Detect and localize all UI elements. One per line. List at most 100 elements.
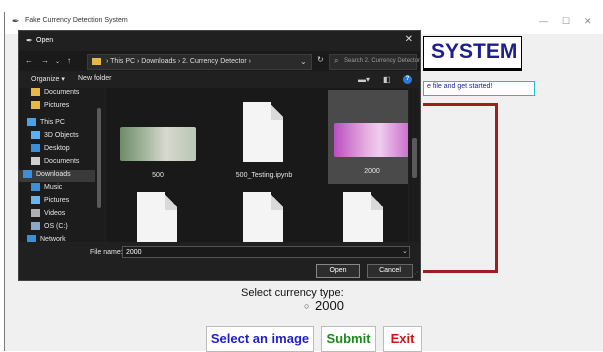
file-item[interactable]: 2000 xyxy=(328,90,408,184)
sidebar-item-label: OS (C:) xyxy=(44,222,68,230)
exit-button[interactable]: Exit xyxy=(383,326,422,352)
sidebar-item-label: Documents xyxy=(44,157,80,165)
folder-icon xyxy=(31,88,40,96)
nav-scroll-thumb[interactable] xyxy=(97,108,101,208)
file-item[interactable] xyxy=(320,184,408,242)
open-file-dialog: ✒ Open ✕ ← → ⌄ ↑ › This PC › Downloads ›… xyxy=(18,30,421,281)
sidebar-item[interactable]: Pictures xyxy=(31,101,69,113)
submit-button[interactable]: Submit xyxy=(321,326,376,352)
folder-icon xyxy=(92,58,101,65)
pictures-icon xyxy=(31,196,40,204)
sidebar-item[interactable]: Documents xyxy=(31,157,79,169)
select-image-button[interactable]: Select an image xyxy=(206,326,314,352)
drive-icon xyxy=(31,222,40,230)
dialog-close-icon[interactable]: ✕ xyxy=(405,34,413,45)
dialog-toolbar: Organize ▾ New folder ▬▾ ◧ ? xyxy=(19,72,420,88)
sidebar-item-label: Music xyxy=(44,183,63,191)
computer-icon xyxy=(27,118,36,126)
resize-grip-icon[interactable]: ⋰ xyxy=(412,271,418,278)
sidebar-item[interactable]: OS (C:) xyxy=(31,222,68,234)
sidebar-item-label: Pictures xyxy=(44,196,70,204)
file-name: 500_Testing.ipynb xyxy=(235,172,293,179)
network-icon xyxy=(27,235,36,242)
document-fold-icon xyxy=(165,192,177,210)
file-item[interactable]: 500 xyxy=(114,94,202,188)
search-icon: ⌕ xyxy=(334,56,339,65)
window-title: Fake Currency Detection System xyxy=(25,17,128,24)
sidebar-item[interactable]: This PC xyxy=(27,118,65,130)
close-icon[interactable]: ✕ xyxy=(584,16,592,27)
app-feather-icon: ✒ xyxy=(12,16,20,26)
sidebar-item-label: Pictures xyxy=(44,101,70,109)
preview-pane-icon[interactable]: ◧ xyxy=(383,75,391,84)
cancel-button[interactable]: Cancel xyxy=(367,264,413,278)
sidebar-item[interactable]: Documents xyxy=(31,88,79,100)
sidebar-item-label: Desktop xyxy=(44,144,70,152)
dialog-title: Open xyxy=(36,37,54,44)
forward-arrow-icon[interactable]: → xyxy=(41,56,49,65)
desktop-icon xyxy=(31,144,40,152)
download-icon xyxy=(23,170,32,178)
file-item[interactable] xyxy=(220,184,308,242)
address-bar[interactable]: › This PC › Downloads › 2. Currency Dete… xyxy=(87,54,312,70)
back-arrow-icon[interactable]: ← xyxy=(25,56,33,65)
sidebar-item[interactable]: Videos xyxy=(31,209,65,221)
help-icon[interactable]: ? xyxy=(403,75,412,84)
image-preview-frame xyxy=(423,103,498,273)
nav-scrollbar[interactable] xyxy=(95,88,103,242)
file-item[interactable] xyxy=(114,184,202,242)
folder-icon xyxy=(31,101,40,109)
sidebar-item-label: This PC xyxy=(40,118,65,126)
documents-icon xyxy=(31,157,40,165)
open-button[interactable]: Open xyxy=(316,264,360,278)
content-scroll-thumb[interactable] xyxy=(412,138,417,178)
minimize-icon[interactable]: — xyxy=(539,16,548,26)
hint-box: e file and get started! xyxy=(423,81,535,96)
file-name: 2000 xyxy=(364,168,380,175)
sidebar-item[interactable]: Pictures xyxy=(31,196,69,208)
navigation-row: ← → ⌄ ↑ › This PC › Downloads › 2. Curre… xyxy=(19,51,420,71)
up-arrow-icon[interactable]: ↑ xyxy=(67,56,71,65)
sidebar-item[interactable]: Desktop xyxy=(31,144,70,156)
document-fold-icon xyxy=(271,102,283,120)
sidebar-item[interactable]: Downloads xyxy=(19,170,97,182)
file-name-dropdown-icon[interactable]: ⌄ xyxy=(402,247,408,255)
file-name: 500 xyxy=(152,172,164,179)
sidebar-item-label: Videos xyxy=(44,209,66,217)
sidebar-item[interactable]: Music xyxy=(31,183,62,195)
sidebar-item[interactable]: Network xyxy=(27,235,66,242)
file-list: 500 500_Testing.ipynb 2000 xyxy=(106,88,408,242)
dialog-feather-icon: ✒ xyxy=(26,36,33,45)
page-heading: SYSTEM xyxy=(431,40,518,63)
breadcrumb[interactable]: › This PC › Downloads › 2. Currency Dete… xyxy=(106,58,251,65)
refresh-icon[interactable]: ↻ xyxy=(317,55,324,64)
new-folder-button[interactable]: New folder xyxy=(78,75,111,82)
chevron-down-icon[interactable]: ⌄ xyxy=(300,57,307,66)
maximize-icon[interactable]: ☐ xyxy=(562,16,570,27)
radio-button-2000[interactable]: ○ xyxy=(304,301,309,311)
file-item[interactable]: 500_Testing.ipynb xyxy=(220,94,308,188)
search-box[interactable]: ⌕ Search 2. Currency Detector xyxy=(329,54,421,70)
music-icon xyxy=(31,183,40,191)
banknote-thumbnail-icon xyxy=(334,123,408,157)
radio-label-2000[interactable]: 2000 xyxy=(315,298,344,313)
file-name-input[interactable]: 2000 xyxy=(122,246,410,258)
hint-text: e file and get started! xyxy=(427,83,493,90)
heading-box: SYSTEM xyxy=(423,36,522,71)
document-fold-icon xyxy=(371,192,383,210)
sidebar-item-label: 3D Objects xyxy=(44,131,79,139)
organize-menu[interactable]: Organize ▾ xyxy=(31,75,65,83)
content-scrollbar[interactable] xyxy=(409,88,419,242)
file-name-label: File name: xyxy=(90,249,123,256)
search-placeholder: Search 2. Currency Detector xyxy=(344,58,421,64)
recent-dropdown-icon[interactable]: ⌄ xyxy=(55,58,60,65)
banknote-thumbnail-icon xyxy=(120,127,196,161)
sidebar-item-label: Documents xyxy=(44,88,80,96)
document-fold-icon xyxy=(271,192,283,210)
dialog-bottom-bar: File name: 2000 ⌄ Open Cancel ⋰ xyxy=(19,242,420,280)
cube-icon xyxy=(31,131,40,139)
sidebar-item[interactable]: 3D Objects xyxy=(31,131,79,143)
sidebar-item-label: Downloads xyxy=(36,170,71,178)
navigation-pane: Documents Pictures This PC 3D Objects Deskto… xyxy=(19,88,105,242)
view-options-icon[interactable]: ▬▾ xyxy=(358,75,370,84)
